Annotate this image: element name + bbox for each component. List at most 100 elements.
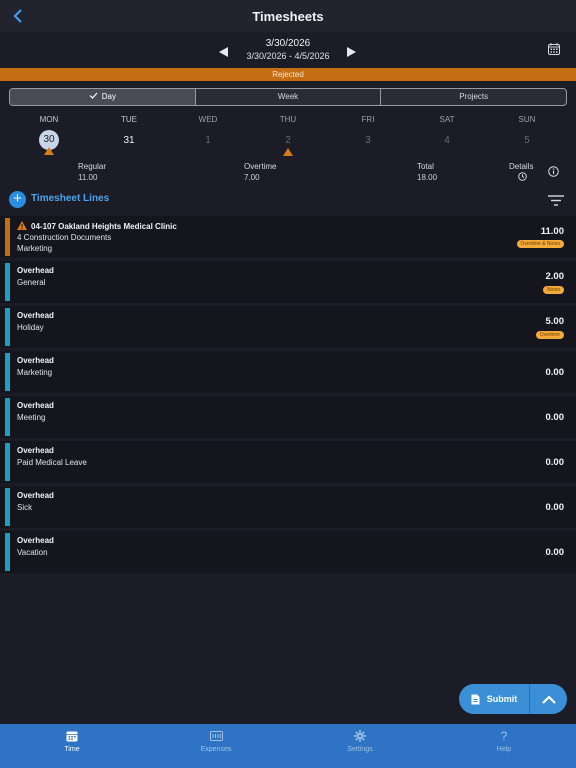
line-title-text: 04-107 Oakland Heights Medical Clinic (31, 222, 177, 231)
segment-day[interactable]: Day (10, 89, 196, 105)
next-week-button[interactable] (347, 44, 356, 62)
day-name: SUN (518, 115, 536, 124)
date-navigation: 3/30/2026 3/30/2026 - 4/5/2026 (0, 32, 576, 68)
segment-week-label: Week (277, 92, 299, 101)
bottom-tab-bar: Time Expenses Settings ? Help (0, 724, 576, 768)
segment-week[interactable]: Week (196, 89, 382, 105)
tab-label: Expenses (200, 746, 232, 753)
line-badge: Overtime (535, 331, 564, 339)
line-phase: 4 Construction Documents (17, 233, 112, 242)
line-title: Overhead (17, 266, 54, 275)
timesheet-line[interactable]: Overhead Marketing 0.00 (0, 351, 576, 393)
calendar-icon (66, 731, 78, 742)
day-monday[interactable]: MON 30 (19, 114, 79, 155)
page-title: Timesheets (252, 8, 324, 24)
segment-day-label: Day (101, 92, 116, 101)
line-badge: Overtime & Notes (516, 240, 564, 248)
day-sunday[interactable]: SUN 5 (497, 114, 557, 149)
view-segmented-control: Day Week Projects (9, 88, 567, 106)
day-thursday[interactable]: THU 2 (258, 114, 318, 156)
previous-week-button[interactable] (219, 44, 228, 62)
document-icon (471, 694, 480, 704)
segment-projects[interactable]: Projects (381, 89, 566, 105)
timesheet-line[interactable]: Overhead Meeting 0.00 (0, 396, 576, 438)
day-wednesday[interactable]: WED 1 (178, 114, 238, 149)
tab-label: Help (496, 746, 512, 753)
timesheet-line[interactable]: Overhead Holiday 5.00 Overtime (0, 306, 576, 348)
timesheet-line[interactable]: Overhead Paid Medical Leave 0.00 (0, 441, 576, 483)
timesheet-line[interactable]: Overhead Sick 0.00 (0, 486, 576, 528)
calendar-icon (548, 43, 560, 55)
submit-action-group: Submit (459, 684, 567, 714)
timesheet-lines-header: + Timesheet Lines (0, 186, 576, 212)
clock-icon (518, 172, 527, 181)
checkmark-icon (89, 89, 98, 105)
day-tuesday[interactable]: TUE 31 (99, 114, 159, 149)
day-name: WED (198, 115, 218, 124)
line-title: Overhead (17, 491, 54, 500)
day-number: 1 (205, 135, 211, 146)
warning-flag-icon (283, 148, 293, 156)
tab-expenses[interactable]: Expenses (144, 724, 288, 768)
line-title: Overhead (17, 446, 54, 455)
day-number: 31 (123, 135, 135, 146)
add-line-button[interactable]: + (9, 191, 26, 208)
line-hours: 0.00 (545, 547, 565, 558)
line-task: Marketing (17, 368, 53, 377)
day-number: 5 (524, 135, 530, 146)
line-task: Vacation (17, 548, 48, 557)
filter-button[interactable] (548, 193, 564, 211)
line-title: Overhead (17, 401, 54, 410)
back-button[interactable] (8, 5, 28, 27)
overtime-total: Overtime 7.00 (244, 162, 276, 183)
details-label: Details (509, 162, 534, 171)
current-date: 3/30/2026 (265, 38, 311, 49)
line-hours: 0.00 (545, 367, 565, 378)
totals-summary: Regular 11.00 Overtime 7.00 Total 18.00 … (0, 160, 576, 186)
grand-total: Total 18.00 (417, 162, 437, 183)
timesheet-line[interactable]: 04-107 Oakland Heights Medical Clinic 4 … (0, 216, 576, 258)
day-friday[interactable]: FRI 3 (338, 114, 398, 149)
filter-icon (548, 195, 564, 206)
line-task: Paid Medical Leave (17, 458, 87, 467)
line-task: General (17, 278, 46, 287)
line-hours: 2.00 (545, 271, 565, 282)
chevron-up-icon (541, 694, 556, 704)
receipt-icon (209, 731, 223, 741)
tab-settings[interactable]: Settings (288, 724, 432, 768)
timesheet-line[interactable]: Overhead Vacation 0.00 (0, 531, 576, 573)
day-name: THU (279, 115, 297, 124)
line-task: Meeting (17, 413, 46, 422)
details-button[interactable]: Details (509, 162, 533, 172)
submit-button[interactable]: Submit (459, 684, 529, 714)
overtime-label: Overtime (244, 162, 277, 171)
tab-time[interactable]: Time (0, 724, 144, 768)
line-hours: 5.00 (545, 316, 565, 327)
info-icon[interactable] (548, 166, 559, 177)
tab-label: Settings (347, 746, 373, 753)
status-stripe (5, 308, 10, 346)
triangle-right-icon (347, 47, 356, 57)
day-name: MON (39, 115, 59, 124)
status-stripe (5, 263, 10, 301)
calendar-button[interactable] (548, 42, 560, 60)
regular-total: Regular 11.00 (78, 162, 106, 183)
day-number: 3 (365, 135, 371, 146)
expand-button[interactable] (530, 684, 567, 714)
submit-label: Submit (486, 694, 518, 704)
tab-help[interactable]: ? Help (432, 724, 576, 768)
total-label: Total (417, 162, 434, 171)
day-name: FRI (361, 115, 375, 124)
gear-icon (354, 730, 366, 742)
overtime-value: 7.00 (244, 173, 260, 182)
chevron-left-icon (13, 9, 22, 23)
timesheet-line[interactable]: Overhead General 2.00 Notes (0, 261, 576, 303)
total-value: 18.00 (417, 173, 438, 182)
line-hours: 0.00 (545, 412, 565, 423)
line-title: Overhead (17, 536, 54, 545)
line-hours: 0.00 (545, 502, 565, 513)
section-title: Timesheet Lines (31, 193, 110, 204)
line-hours: 11.00 (540, 226, 564, 237)
regular-label: Regular (78, 162, 107, 171)
day-saturday[interactable]: SAT 4 (417, 114, 477, 149)
